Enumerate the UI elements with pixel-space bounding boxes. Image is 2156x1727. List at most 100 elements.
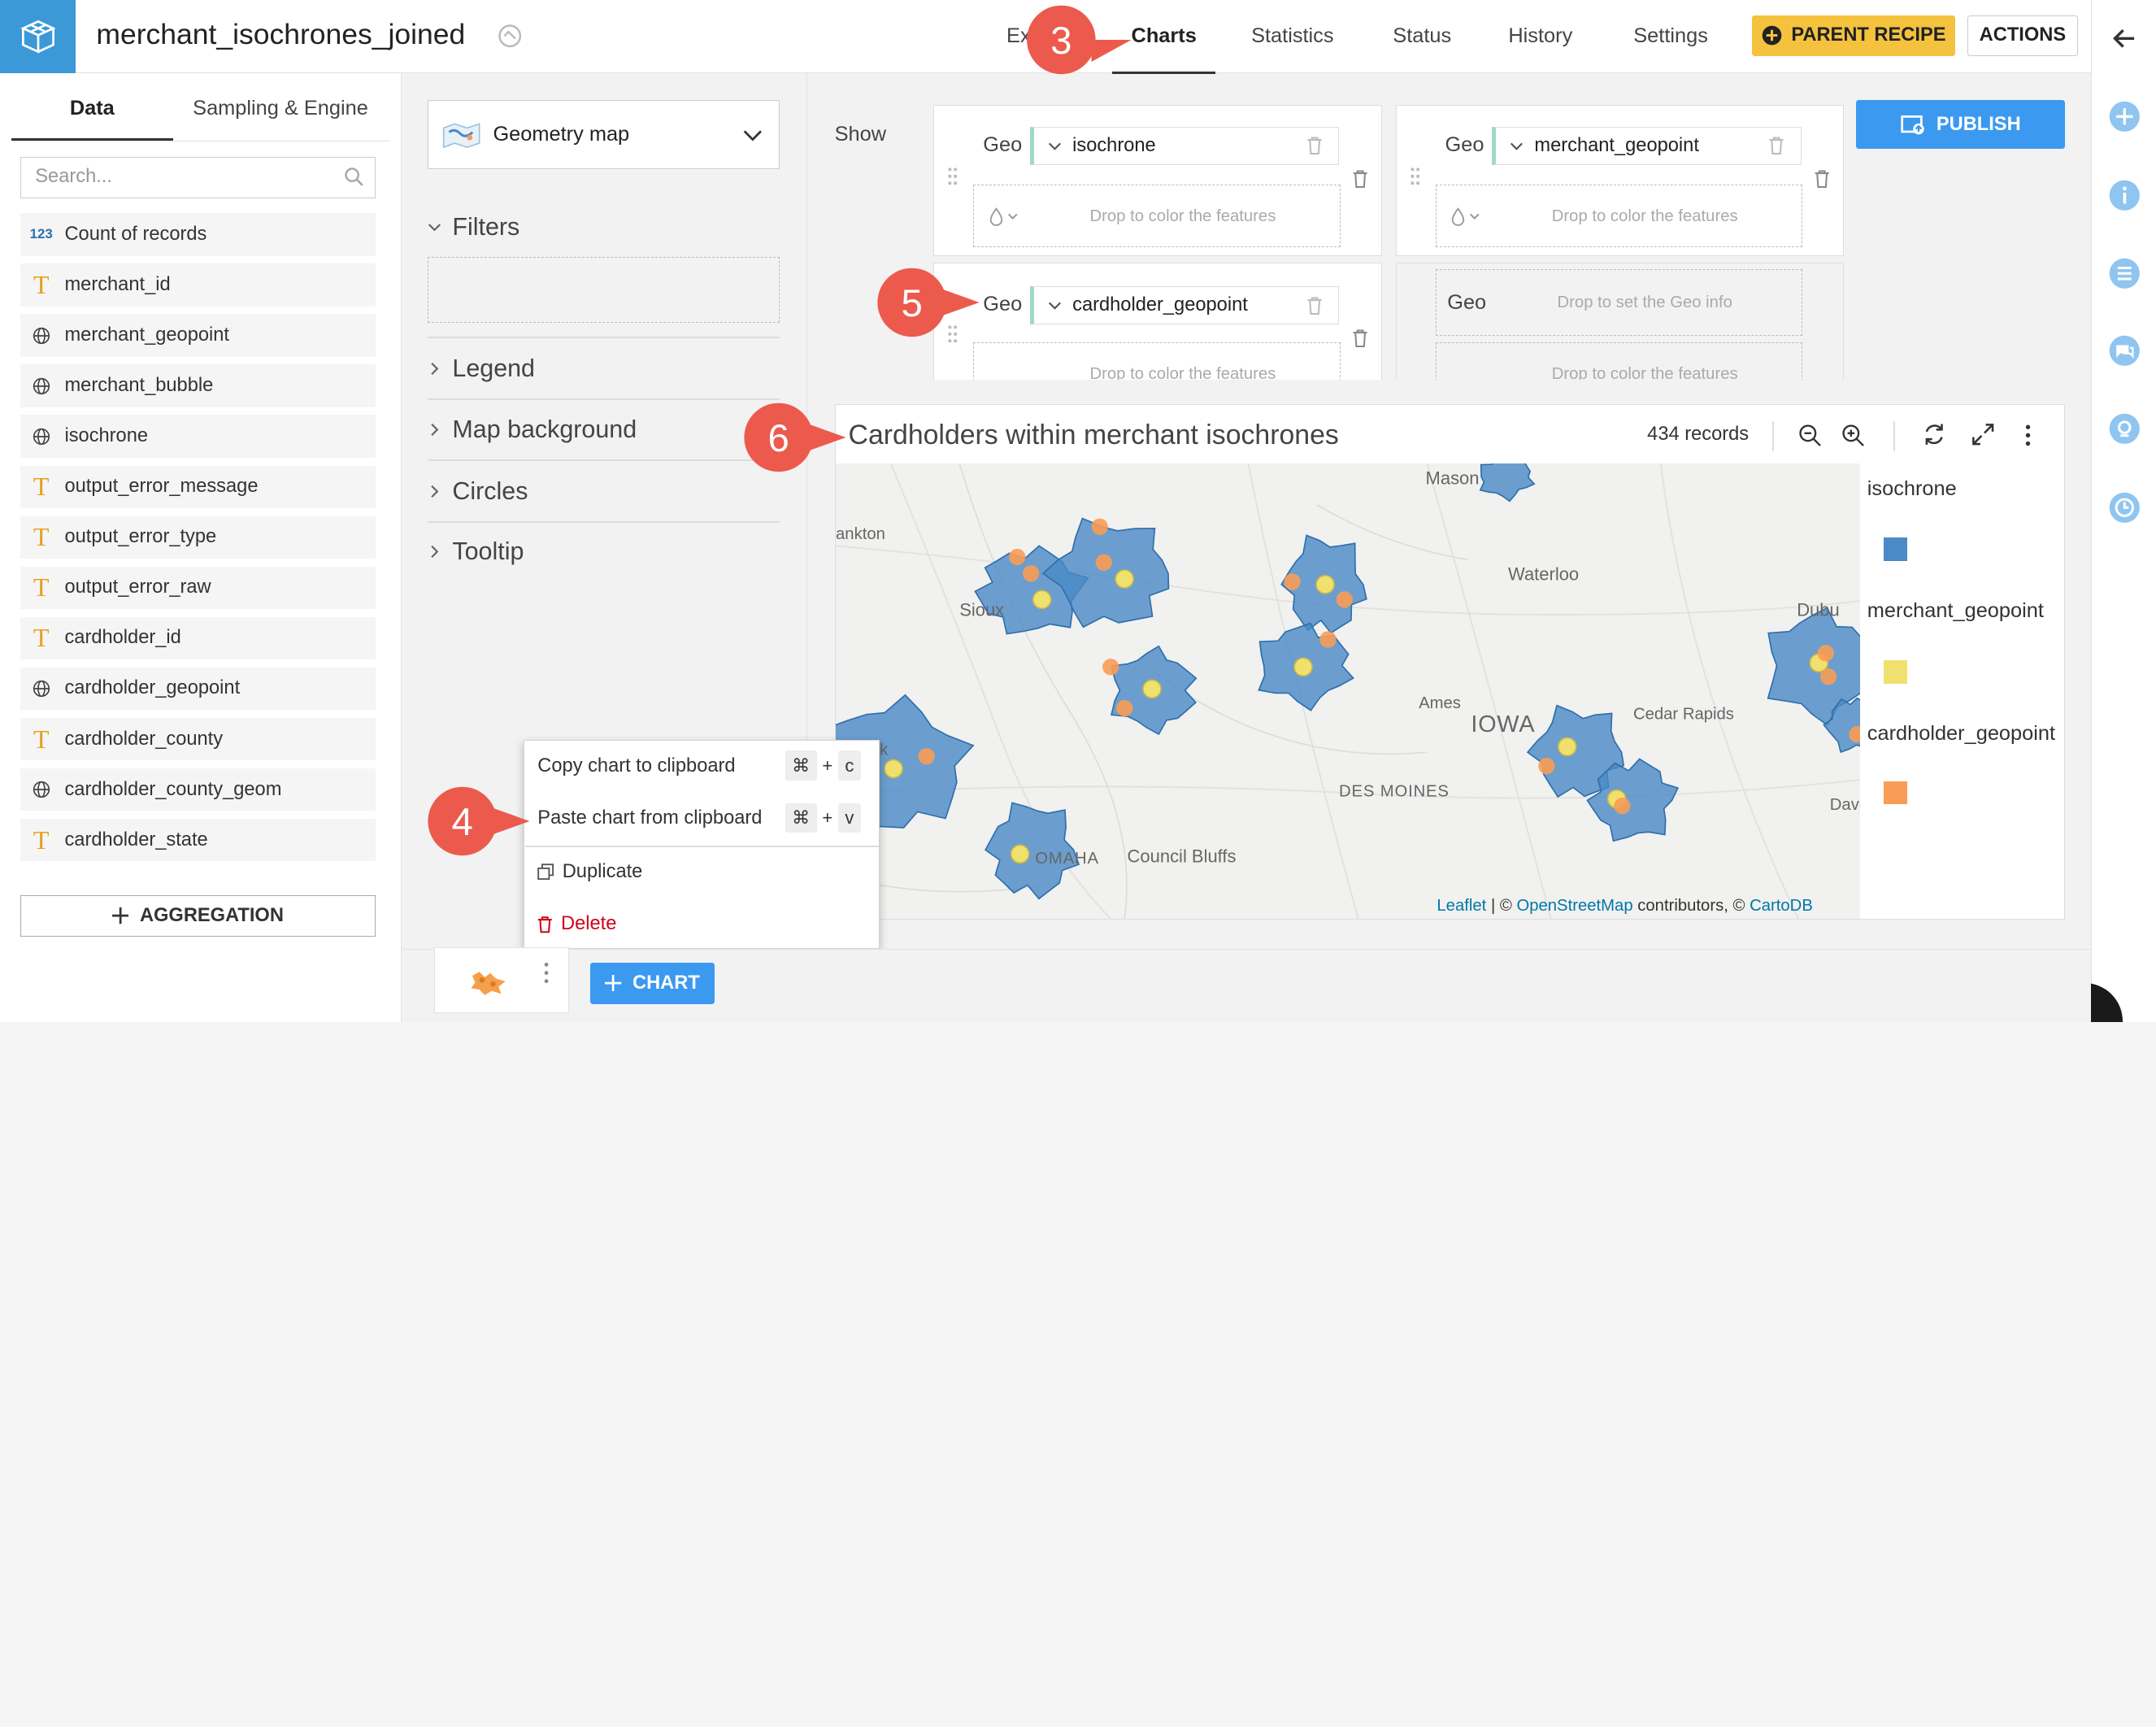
trash-icon[interactable] [1352, 328, 1368, 348]
column-item[interactable]: 123 Count of records [20, 213, 376, 256]
column-item[interactable]: Toutput_error_raw [20, 566, 376, 610]
copy-chart-menu-item[interactable]: Copy chart to clipboard [537, 755, 735, 777]
lab-icon[interactable] [2108, 412, 2141, 446]
column-item[interactable]: Toutput_error_message [20, 465, 376, 508]
color-drop-zone[interactable]: Drop to color the features [973, 184, 1341, 248]
merchant-point[interactable] [1115, 569, 1135, 589]
merchant-point[interactable] [1293, 657, 1314, 677]
step-badge-text: 5 [901, 282, 922, 325]
publish-button[interactable]: PUBLISH [1856, 100, 2066, 149]
geo-field-cardholder-geopoint[interactable]: cardholder_geopoint [1029, 285, 1340, 325]
geo-field-isochrone[interactable]: isochrone [1029, 126, 1340, 165]
tab-sampling-engine[interactable]: Sampling & Engine [179, 85, 382, 141]
zoom-out-icon[interactable] [1798, 424, 1822, 447]
cardholder-point[interactable] [1095, 554, 1113, 571]
column-item[interactable]: Tcardholder_state [20, 819, 376, 862]
cardholder-point[interactable] [1820, 668, 1837, 685]
delete-menu-item[interactable]: Delete [537, 913, 616, 935]
legend-merchant-geopoint-swatch [1884, 659, 1907, 684]
column-item[interactable]: Tmerchant_id [20, 263, 376, 307]
tab-statistics[interactable]: Statistics [1251, 0, 1333, 73]
merchant-point[interactable] [1558, 737, 1577, 757]
collapse-arrow-icon[interactable] [2108, 22, 2141, 55]
isochrone-polygon[interactable] [1479, 463, 1536, 502]
actions-button[interactable]: ACTIONS [1967, 15, 2078, 57]
section-tooltip[interactable]: Tooltip [428, 537, 780, 566]
merchant-point[interactable] [1142, 679, 1163, 699]
map-place-label: Waterloo [1508, 564, 1579, 585]
section-filters[interactable]: Filters [428, 213, 780, 241]
cardholder-point[interactable] [918, 748, 936, 765]
cartodb-link[interactable]: CartoDB [1750, 897, 1813, 915]
drag-handle-icon[interactable] [947, 167, 958, 186]
tab-data[interactable]: Data [11, 85, 174, 141]
more-vertical-icon[interactable] [542, 962, 550, 984]
section-circles[interactable]: Circles [428, 477, 780, 506]
geo-drop-zone[interactable]: Geo Drop to set the Geo info [1435, 269, 1803, 336]
column-item[interactable]: Toutput_error_type [20, 515, 376, 559]
column-item[interactable]: merchant_geopoint [20, 314, 376, 357]
merchant-point[interactable] [884, 759, 904, 779]
chart-type-select[interactable]: Geometry map [427, 100, 780, 170]
merchant-point[interactable] [1032, 589, 1052, 610]
color-drop-zone[interactable]: Drop to color the features [973, 342, 1341, 380]
cardholder-point[interactable] [1091, 518, 1109, 535]
cardholder-point[interactable] [1319, 631, 1337, 648]
column-item[interactable]: cardholder_county_geom [20, 768, 376, 811]
dss-logo-icon[interactable] [0, 0, 76, 73]
cardholder-point[interactable] [1009, 548, 1026, 566]
osm-link[interactable]: OpenStreetMap [1516, 897, 1632, 915]
trash-icon[interactable] [1768, 136, 1784, 155]
column-item[interactable]: merchant_bubble [20, 364, 376, 407]
cardholder-point[interactable] [1538, 757, 1555, 775]
tab-settings[interactable]: Settings [1633, 0, 1708, 73]
merchant-point[interactable] [1315, 574, 1336, 594]
trash-icon[interactable] [1352, 169, 1368, 189]
cardholder-point[interactable] [1336, 591, 1354, 608]
color-drop-zone[interactable]: Drop to color the features [1435, 184, 1803, 248]
cardholder-point[interactable] [1102, 659, 1119, 676]
tab-status[interactable]: Status [1393, 0, 1451, 73]
add-chart-button[interactable]: CHART [589, 962, 715, 1004]
parent-recipe-button[interactable]: PARENT RECIPE [1751, 15, 1955, 57]
add-icon[interactable] [2108, 100, 2141, 133]
column-item[interactable]: cardholder_geopoint [20, 667, 376, 711]
column-item[interactable]: Tcardholder_id [20, 616, 376, 660]
drag-handle-icon[interactable] [1410, 167, 1421, 186]
paste-chart-menu-item[interactable]: Paste chart from clipboard [537, 807, 762, 829]
duplicate-menu-item[interactable]: Duplicate [537, 861, 642, 883]
attribution-text: | © [1486, 896, 1517, 915]
leaflet-link[interactable]: Leaflet [1437, 897, 1486, 915]
search-input[interactable]: Search... [20, 156, 376, 198]
section-legend[interactable]: Legend [428, 355, 780, 383]
discussion-icon[interactable] [2108, 334, 2141, 368]
cardholder-point[interactable] [1817, 645, 1835, 662]
merchant-point[interactable] [1011, 844, 1030, 864]
more-vertical-icon[interactable] [2017, 424, 2039, 447]
trash-icon[interactable] [1814, 169, 1830, 189]
trash-icon[interactable] [1306, 296, 1323, 315]
column-item[interactable]: Tcardholder_county [20, 717, 376, 761]
color-drop-zone[interactable]: Drop to color the features [1435, 342, 1803, 380]
tab-history[interactable]: History [1508, 0, 1572, 73]
chart-title[interactable]: Cardholders within merchant isochrones [849, 420, 1339, 451]
timeline-icon[interactable] [2108, 491, 2141, 524]
info-icon[interactable] [2108, 179, 2141, 212]
add-aggregation-button[interactable]: AGGREGATION [20, 895, 376, 937]
cardholder-point[interactable] [1284, 573, 1301, 590]
cardholder-point[interactable] [1116, 699, 1133, 717]
map-view[interactable]: Mason ankton Sioux Waterloo Dubu Ames IOWA Ceda… [836, 463, 1861, 919]
refresh-icon[interactable] [1922, 422, 1946, 446]
geo-field-merchant-geopoint[interactable]: merchant_geopoint [1492, 126, 1802, 165]
section-map-background[interactable]: Map background [428, 415, 780, 444]
trash-icon[interactable] [1306, 136, 1323, 155]
chart-thumbnail-tab[interactable] [434, 947, 570, 1014]
column-item[interactable]: isochrone [20, 415, 376, 458]
list-icon[interactable] [2108, 257, 2141, 290]
cardholder-point[interactable] [1614, 797, 1631, 815]
shared-status-icon[interactable] [498, 24, 522, 48]
zoom-in-icon[interactable] [1841, 424, 1865, 447]
cardholder-point[interactable] [1023, 565, 1040, 582]
expand-icon[interactable] [1971, 422, 1995, 446]
filters-drop-zone[interactable] [427, 257, 780, 324]
